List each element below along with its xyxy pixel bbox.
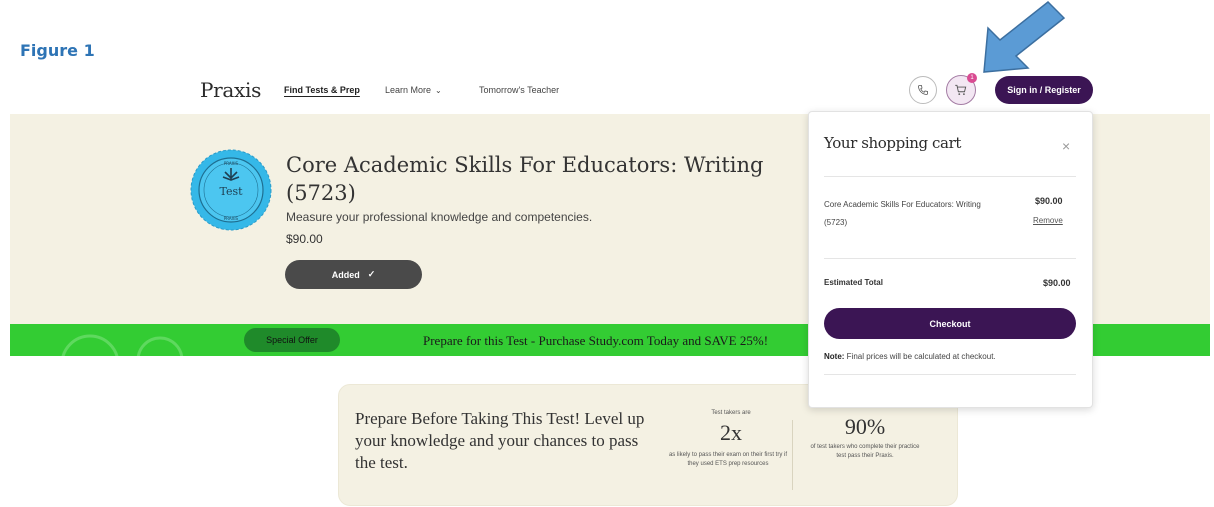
nav-learn-more-label: Learn More <box>385 85 432 95</box>
product-title: Core Academic Skills For Educators: Writ… <box>286 153 764 205</box>
stat1-label: Test takers are <box>711 410 751 416</box>
product-price: $90.00 <box>286 232 323 246</box>
stat1-value: 2x <box>720 420 742 445</box>
chevron-down-icon: ⌄ <box>435 86 442 95</box>
special-offer-badge[interactable]: Special Offer <box>244 328 340 352</box>
cart-divider <box>824 258 1076 259</box>
badge-ring-text: PRAXIS <box>224 161 239 166</box>
stat2-value: 90% <box>844 414 886 439</box>
cart-item-name: Core Academic Skills For Educators: Writ… <box>824 200 981 227</box>
close-icon[interactable]: × <box>1062 138 1070 154</box>
figure-label: Figure 1 <box>20 41 95 60</box>
cart-item-price: $90.00 <box>1035 196 1063 206</box>
nav-find-tests[interactable]: Find Tests & Prep <box>284 85 360 95</box>
added-to-cart-button[interactable]: Added ✓ <box>285 260 422 289</box>
estimated-total-value: $90.00 <box>1043 278 1071 288</box>
cart-note: Note: Final prices will be calculated at… <box>824 352 996 361</box>
checkout-button[interactable]: Checkout <box>824 308 1076 339</box>
cart-item-remove-link[interactable]: Remove <box>1033 216 1063 225</box>
estimated-total-label: Estimated Total <box>824 278 883 287</box>
cart-note-text: Final prices will be calculated at check… <box>844 352 996 361</box>
stat-divider <box>792 420 793 490</box>
nav-learn-more[interactable]: Learn More ⌄ <box>385 85 442 95</box>
nav-tomorrows-teacher[interactable]: Tomorrow's Teacher <box>479 85 559 95</box>
cart-count-badge: 1 <box>967 73 977 83</box>
promo-text[interactable]: Prepare for this Test - Purchase Study.c… <box>423 333 768 349</box>
signin-register-button[interactable]: Sign in / Register <box>995 76 1093 104</box>
added-label: Added <box>331 269 360 280</box>
phone-button[interactable] <box>909 76 937 104</box>
cart-icon <box>955 84 967 95</box>
cart-title: Your shopping cart <box>824 134 961 152</box>
cart-divider <box>824 176 1076 177</box>
stat1-description: as likely to pass their exam on their fi… <box>668 452 788 467</box>
cart-divider <box>824 374 1076 375</box>
prepare-title: Prepare Before Taking This Test! Level u… <box>355 409 645 472</box>
badge-ring-text-bottom: PRAXIS <box>224 216 239 221</box>
badge-text: Test <box>219 185 243 198</box>
stat2-description: of test takers who complete their practi… <box>810 444 920 459</box>
praxis-logo[interactable]: Praxis <box>200 78 261 102</box>
shopping-cart-popup <box>808 111 1093 408</box>
check-icon: ✓ <box>367 269 376 279</box>
top-navigation: Praxis Find Tests & Prep Learn More ⌄ Tom… <box>0 70 1214 110</box>
annotation-arrow-icon <box>983 0 1066 73</box>
product-description: Measure your professional knowledge and … <box>286 210 593 224</box>
promo-decoration-icon <box>61 334 184 356</box>
phone-icon <box>918 85 928 95</box>
test-badge-icon: PRAXIS Test PRAXIS <box>190 149 272 231</box>
cart-note-bold: Note: <box>824 352 845 361</box>
